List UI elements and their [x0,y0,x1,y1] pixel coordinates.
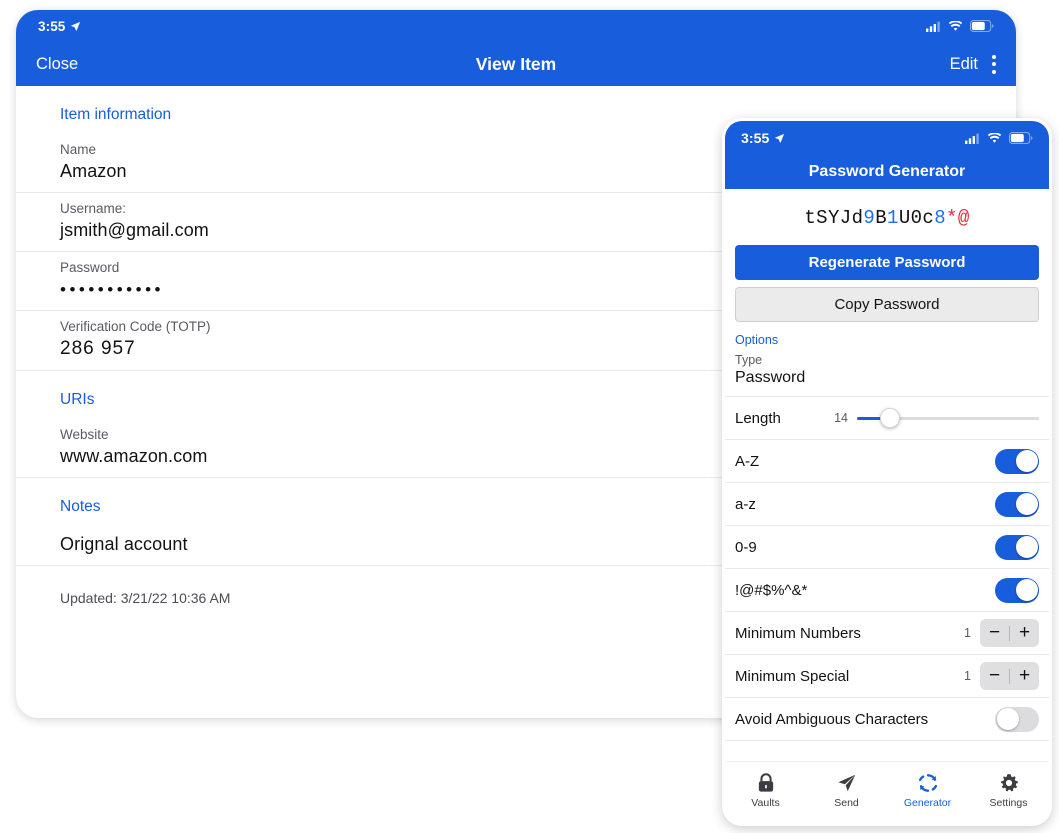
edit-button[interactable]: Edit [950,55,978,74]
option-type-label: Type [735,353,763,367]
option-length-row: Length 14 [725,397,1049,440]
status-bar-time-group: 3:55 [38,19,81,34]
stepper-controls: 1− + [964,619,1039,647]
toggle-knob [1015,493,1038,515]
paper-plane-icon [837,774,855,792]
tab-generator-label: Generator [903,797,952,809]
stepper-control[interactable]: − + [980,662,1039,690]
stepper-decrement-button[interactable]: − [980,620,1009,646]
tab-send-label: Send [834,797,859,809]
character-set-toggles: A-Z a-z 0-9 !@#$%^&* [725,440,1049,612]
tab-vaults-label: Vaults [751,797,780,809]
password-segment-symbol-6: *@ [946,207,970,229]
option-type[interactable]: Type Password [725,353,1049,397]
toggle-knob [1015,579,1038,601]
lock-icon [758,773,773,792]
location-arrow-icon [775,133,785,143]
options-link[interactable]: Options [725,322,1049,353]
generator-title: Password Generator [808,163,966,180]
slider-thumb[interactable] [879,408,900,428]
regenerate-password-button[interactable]: Regenerate Password [735,245,1039,280]
stepper-value: 1 [964,669,971,683]
length-slider[interactable] [857,408,1039,428]
stepper-control[interactable]: − + [980,619,1039,647]
toggle-knob [1015,450,1038,472]
password-generator-panel: 3:55 Password Generator tSYJd9B1U0c8*@ R… [722,118,1052,826]
battery-icon [970,20,994,32]
password-segment-letter-2: B [875,207,887,229]
length-value: 14 [834,411,848,425]
wifi-icon [987,132,1002,143]
length-slider-group: 14 [781,408,1039,428]
option-avoid-ambiguous-row: Avoid Ambiguous Characters [725,698,1049,741]
status-bar-icons [965,132,1033,144]
charset-toggle-row-2: 0-9 [725,526,1049,569]
stepper-value: 1 [964,626,971,640]
charset-toggle-switch[interactable] [995,491,1039,517]
avoid-ambiguous-toggle[interactable] [995,706,1039,732]
tab-settings[interactable]: Settings [968,772,1049,809]
bottom-tab-bar: Vaults Send Generator Settings [725,761,1049,823]
option-length-label: Length [735,409,781,427]
nav-right-actions: Edit [950,54,996,74]
password-segment-number-5: 8 [934,207,947,229]
charset-toggle-row-3: !@#$%^&* [725,569,1049,612]
refresh-icon [918,774,937,792]
screenshot-stage: 3:55 Close View Item Edit Item informati… [0,0,1059,833]
charset-toggle-label: A-Z [735,452,760,470]
status-bar-time: 3:55 [741,130,770,146]
cellular-signal-icon [926,21,940,32]
password-segment-number-3: 1 [887,207,899,229]
password-segment-letter-0: tSYJd [804,207,864,229]
toggle-knob [996,708,1019,730]
cellular-signal-icon [965,133,979,144]
tab-send[interactable]: Send [806,772,887,809]
password-segment-number-1: 9 [863,207,876,229]
navigation-bar: Close View Item Edit [16,42,1016,86]
charset-toggle-label: a-z [735,495,756,513]
toggle-knob [1015,536,1038,558]
option-type-value: Password [735,369,806,386]
generator-header: 3:55 Password Generator [725,121,1049,189]
stepper-decrement-button[interactable]: − [980,663,1009,689]
tab-vaults[interactable]: Vaults [725,772,806,809]
close-button[interactable]: Close [36,55,78,74]
tab-settings-label: Settings [989,797,1028,809]
charset-toggle-switch[interactable] [995,448,1039,474]
charset-toggle-row-0: A-Z [725,440,1049,483]
view-item-header: 3:55 Close View Item Edit [16,10,1016,86]
stepper-increment-button[interactable]: + [1010,663,1039,689]
generated-password-display[interactable]: tSYJd9B1U0c8*@ [725,189,1049,245]
stepper-controls: 1− + [964,662,1039,690]
password-segment-letter-4: U0c [898,207,935,229]
status-bar-icons [926,20,994,32]
stepper-label: Minimum Numbers [735,624,861,642]
charset-toggle-row-1: a-z [725,483,1049,526]
gear-icon [1000,774,1018,792]
status-bar-time-group: 3:55 [741,130,785,146]
page-title: View Item [475,53,557,74]
status-bar: 3:55 [725,121,1049,155]
avoid-ambiguous-label: Avoid Ambiguous Characters [735,710,929,728]
stepper-row-0: Minimum Numbers 1− + [725,612,1049,655]
minimum-steppers: Minimum Numbers 1− + Minimum Special 1− + [725,612,1049,698]
charset-toggle-switch[interactable] [995,577,1039,603]
location-arrow-icon [71,21,81,31]
stepper-increment-button[interactable]: + [1010,620,1039,646]
charset-toggle-label: !@#$%^&* [735,581,808,599]
wifi-icon [948,20,963,31]
kebab-menu-icon[interactable] [992,54,996,74]
charset-toggle-switch[interactable] [995,534,1039,560]
stepper-label: Minimum Special [735,667,850,685]
status-bar-time: 3:55 [38,18,66,34]
charset-toggle-label: 0-9 [735,538,757,556]
tab-generator[interactable]: Generator [887,772,968,809]
stepper-row-1: Minimum Special 1− + [725,655,1049,698]
status-bar: 3:55 [16,10,1016,42]
battery-icon [1009,132,1033,144]
copy-password-button[interactable]: Copy Password [735,287,1039,322]
